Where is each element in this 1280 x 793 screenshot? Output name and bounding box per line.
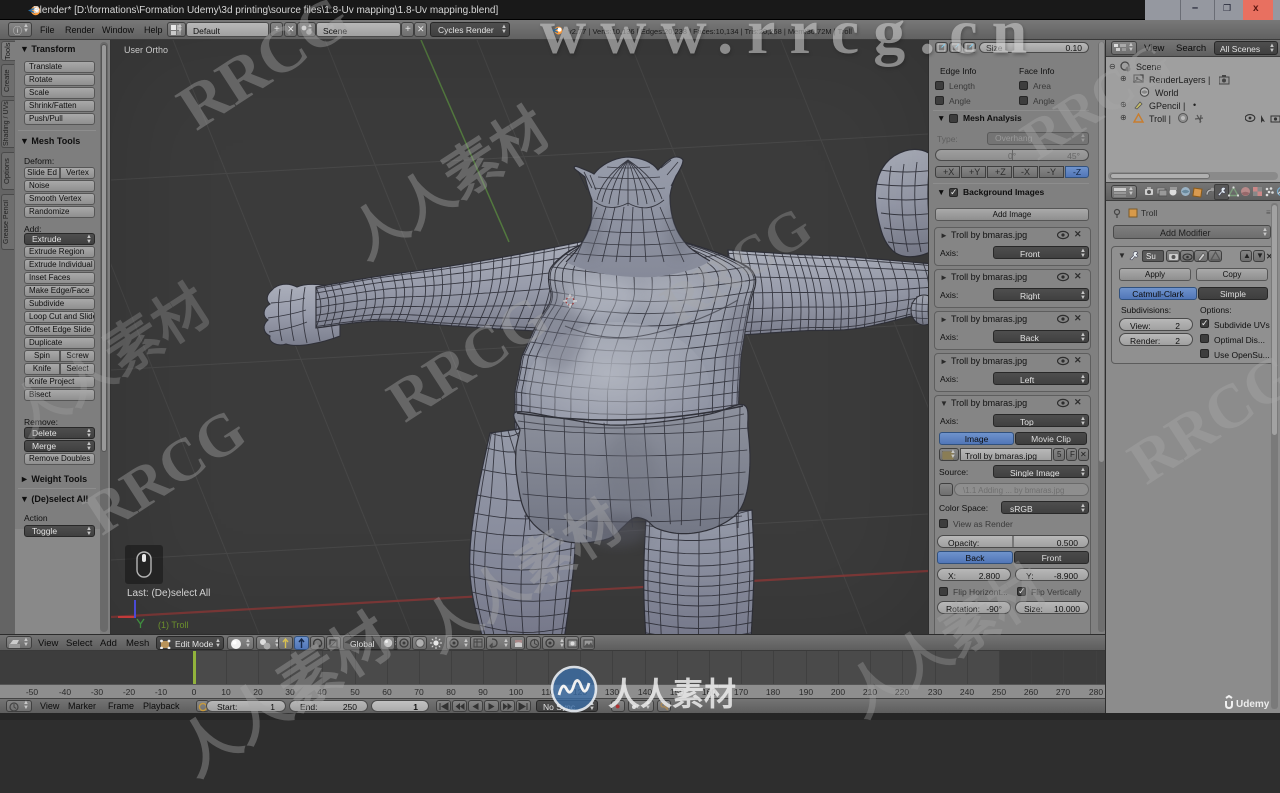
svg-text:Udemy: Udemy [1236,699,1270,710]
